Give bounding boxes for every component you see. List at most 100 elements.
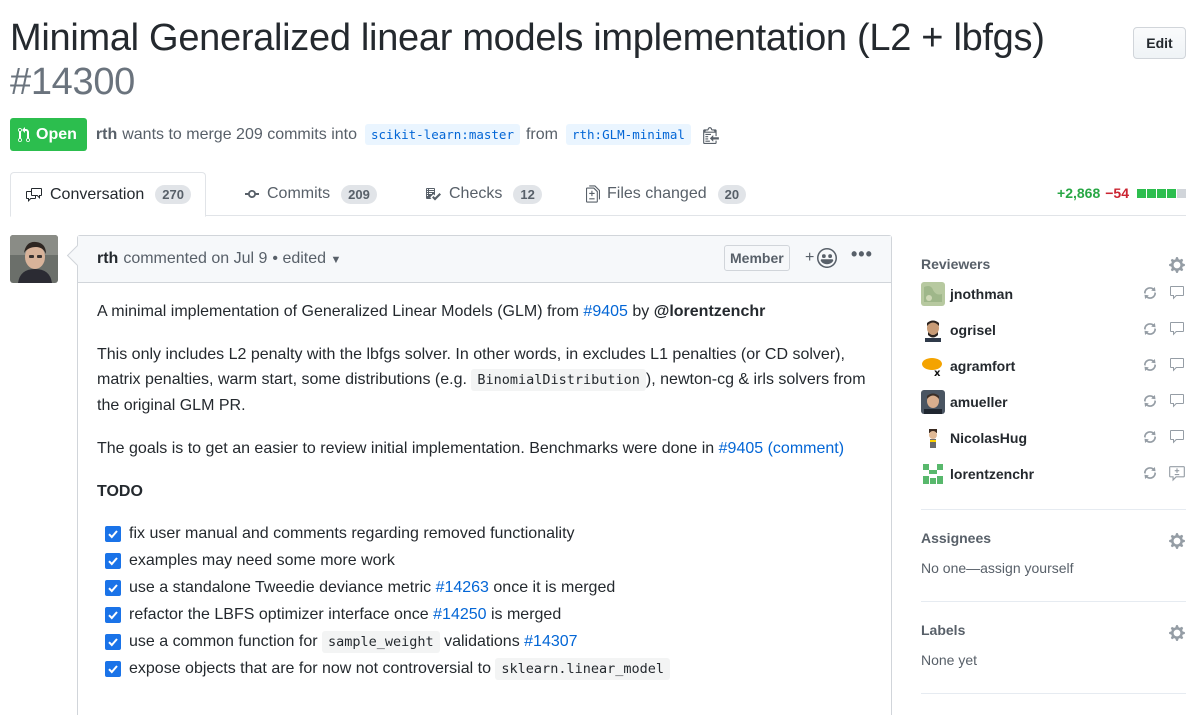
clipboard-icon[interactable] (703, 126, 719, 144)
comment-author-avatar[interactable] (10, 235, 58, 283)
reviewer-row[interactable]: NicolasHug (921, 420, 1186, 456)
sync-icon[interactable] (1142, 429, 1158, 445)
assignees-heading[interactable]: Assignees (921, 526, 1186, 550)
state-label: Open (36, 125, 77, 143)
reviewer-actions (1142, 357, 1186, 373)
task-item: use a standalone Tweedie deviance metric… (97, 574, 872, 601)
comment-options-button[interactable]: ••• (851, 244, 873, 265)
add-reaction-button[interactable]: + (805, 248, 838, 268)
sync-icon[interactable] (1142, 321, 1158, 337)
task-text: expose objects that are for now not cont… (129, 656, 670, 682)
tab-commits-count: 209 (341, 184, 377, 204)
comment-icon[interactable] (1168, 357, 1186, 373)
tab-files-changed[interactable]: Files changed 20 (572, 172, 760, 216)
reviewer-row[interactable]: amueller (921, 384, 1186, 420)
text: A minimal implementation of Generalized … (97, 303, 584, 320)
labels-gear-icon[interactable] (1168, 624, 1186, 647)
avatar (921, 318, 945, 342)
assignees-section: Assignees No one—assign yourself (921, 510, 1186, 602)
diffstat-block (1157, 188, 1166, 198)
assignees-value[interactable]: No one—assign yourself (921, 560, 1186, 576)
task-item: examples may need some more work (97, 547, 872, 574)
sync-icon[interactable] (1142, 465, 1158, 481)
assignees-gear-icon[interactable] (1168, 532, 1186, 555)
labels-value: None yet (921, 652, 978, 668)
comment-author[interactable]: rth (97, 250, 118, 268)
pr-number: #14300 (10, 61, 136, 103)
reviewer-actions (1142, 429, 1186, 445)
reviewer-actions (1142, 393, 1186, 409)
pr-title-text: Minimal Generalized linear models implem… (10, 17, 1045, 59)
file-diff-comment-icon[interactable] (1168, 465, 1186, 483)
sync-icon[interactable] (1142, 357, 1158, 373)
reviewer-row[interactable]: x agramfort (921, 348, 1186, 384)
task-text: use a common function for sample_weight … (129, 629, 578, 655)
task-checkbox[interactable] (105, 579, 121, 596)
reviewer-actions (1142, 465, 1186, 483)
reviewer-actions (1142, 285, 1186, 301)
tab-files-label: Files changed (607, 185, 707, 202)
edited-dropdown[interactable]: • edited ▼ (272, 250, 341, 268)
pr-link-14263[interactable]: #14263 (436, 579, 489, 596)
reviewer-row[interactable]: jnothman (921, 276, 1186, 312)
tab-checks[interactable]: Checks 12 (410, 172, 556, 216)
text: The goals is to get an easier to review … (97, 440, 719, 457)
tab-checks-label: Checks (449, 185, 503, 202)
comment-icon[interactable] (1168, 321, 1186, 337)
avatar (921, 390, 945, 414)
caret-down-icon: ▼ (330, 254, 342, 266)
reviewer-actions (1142, 321, 1186, 337)
comment-paragraph: The goals is to get an easier to review … (97, 436, 872, 461)
sync-icon[interactable] (1142, 285, 1158, 301)
todo-heading: TODO (97, 483, 143, 500)
task-text: examples may need some more work (129, 552, 395, 569)
comment-box: rth commented on Jul 9 • edited ▼ Member… (77, 235, 892, 715)
reviewers-section: Reviewers jnothman ogrisel x agramfort a… (921, 240, 1186, 510)
pr-meta: Open rth wants to merge 209 commits into… (10, 118, 719, 151)
task-checkbox[interactable] (105, 525, 121, 542)
reviewer-name: agramfort (950, 358, 1016, 374)
edit-title-button[interactable]: Edit (1133, 27, 1186, 59)
check-icon (108, 637, 118, 646)
svg-text:x: x (934, 368, 941, 378)
avatar (921, 426, 945, 450)
check-icon (108, 529, 118, 538)
comment-timestamp[interactable]: commented on Jul 9 (123, 250, 267, 268)
reviewer-row[interactable]: lorentzenchr (921, 456, 1186, 492)
task-checkbox[interactable] (105, 660, 121, 677)
check-icon (108, 583, 118, 592)
task-checkbox[interactable] (105, 552, 121, 569)
task-item: refactor the LBFS optimizer interface on… (97, 601, 872, 628)
comment-icon[interactable] (1168, 429, 1186, 445)
task-item: use a common function for sample_weight … (97, 628, 872, 655)
head-branch[interactable]: rth:GLM-minimal (565, 124, 691, 145)
pr-author-link[interactable]: rth (96, 126, 117, 144)
pr-title: Minimal Generalized linear models implem… (10, 16, 1110, 104)
pr-link-9405[interactable]: #9405 (583, 303, 628, 320)
comment-header: rth commented on Jul 9 • edited ▼ Member… (78, 236, 891, 283)
reviewer-row[interactable]: ogrisel (921, 312, 1186, 348)
user-mention[interactable]: @lorentzenchr (654, 303, 766, 320)
text: by (627, 303, 654, 320)
reviewers-heading[interactable]: Reviewers (921, 252, 1186, 276)
labels-heading[interactable]: Labels (921, 618, 1186, 642)
text: use a standalone Tweedie deviance metric (129, 579, 436, 596)
comment-icon[interactable] (1168, 285, 1186, 301)
sync-icon[interactable] (1142, 393, 1158, 409)
pr-link-14307[interactable]: #14307 (524, 633, 577, 650)
text: use a common function for (129, 632, 322, 650)
comment-link-9405[interactable]: #9405 (comment) (719, 440, 844, 457)
text: is merged (486, 606, 562, 623)
tab-conversation[interactable]: Conversation 270 (10, 172, 206, 217)
checklist-icon (426, 188, 441, 201)
task-item: fix user manual and comments regarding r… (97, 520, 872, 547)
pr-link-14250[interactable]: #14250 (433, 606, 486, 623)
task-checkbox[interactable] (105, 633, 121, 650)
diffstat-deletions: −54 (1105, 185, 1129, 201)
task-text: use a standalone Tweedie deviance metric… (129, 575, 615, 600)
base-branch[interactable]: scikit-learn:master (364, 124, 520, 145)
comment-icon[interactable] (1168, 393, 1186, 409)
tab-commits[interactable]: Commits 209 (230, 172, 391, 216)
task-checkbox[interactable] (105, 606, 121, 623)
inline-code: BinomialDistribution (471, 369, 646, 391)
